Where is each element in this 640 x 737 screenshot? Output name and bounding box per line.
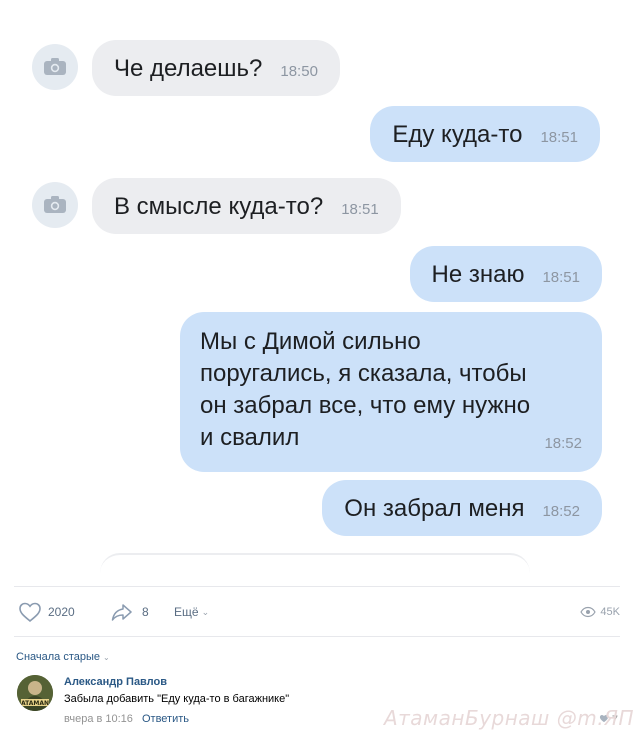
views-counter: 45K bbox=[580, 598, 620, 626]
comment-date[interactable]: вчера в 10:16 bbox=[64, 713, 133, 725]
message-text: Он забрал меня bbox=[344, 495, 525, 522]
message-text: Еду куда-то bbox=[392, 121, 523, 148]
svg-text:ATAMAN: ATAMAN bbox=[21, 700, 49, 707]
message-bubble: Еду куда-то 18:51 bbox=[370, 106, 600, 162]
like-count: 2020 bbox=[48, 605, 75, 619]
message-bubble: Че делаешь? 18:50 bbox=[92, 40, 340, 96]
message-time: 18:52 bbox=[544, 435, 582, 452]
cropped-bubble-edge bbox=[100, 553, 530, 590]
message-text: Не знаю bbox=[431, 261, 525, 288]
message-time: 18:51 bbox=[542, 269, 580, 286]
message-bubble: В смысле куда-то? 18:51 bbox=[92, 178, 401, 234]
message-text: В смысле куда-то? bbox=[114, 193, 324, 220]
more-button[interactable]: Ещё ⌄ bbox=[174, 598, 209, 626]
reply-button[interactable]: Ответить bbox=[142, 713, 189, 725]
eye-icon bbox=[580, 606, 597, 618]
message-time: 18:50 bbox=[280, 63, 318, 80]
message-time: 18:51 bbox=[341, 201, 379, 218]
comments-sort-label: Сначала старые bbox=[16, 651, 101, 663]
share-icon bbox=[110, 602, 134, 622]
more-label: Ещё bbox=[174, 605, 199, 619]
camera-icon bbox=[32, 44, 78, 90]
views-count: 45K bbox=[600, 606, 620, 618]
chat-screenshot: Че делаешь? 18:50 Еду куда-то 18:51 В смыс… bbox=[0, 0, 640, 590]
chevron-down-icon: ⌄ bbox=[201, 606, 210, 617]
message-time: 18:52 bbox=[542, 503, 580, 520]
comment-meta: вчера в 10:16 Ответить bbox=[64, 713, 189, 725]
avatar[interactable]: ATAMAN bbox=[17, 675, 53, 711]
comment-text: Забыла добавить "Еду куда-то в багажнике… bbox=[64, 693, 290, 705]
share-count: 8 bbox=[142, 605, 149, 619]
divider bbox=[14, 636, 620, 637]
message-text: Че делаешь? bbox=[114, 55, 263, 82]
comments-sort-dropdown[interactable]: Сначала старые ⌄ bbox=[16, 651, 110, 663]
camera-icon bbox=[32, 182, 78, 228]
watermark: АтаманБурнаш @m.ЯП bbox=[383, 706, 634, 730]
message-time: 18:51 bbox=[540, 129, 578, 146]
share-button[interactable]: 8 bbox=[110, 598, 149, 626]
post-actions: 2020 8 Ещё ⌄ 45K bbox=[18, 598, 620, 626]
message-bubble: Не знаю 18:51 bbox=[409, 246, 602, 302]
comment-author[interactable]: Александр Павлов bbox=[64, 676, 167, 688]
message-bubble: Мы с Димой сильно поругались, я сказала,… bbox=[180, 312, 602, 472]
message-bubble: Он забрал меня 18:52 bbox=[322, 480, 602, 536]
divider bbox=[14, 586, 620, 587]
heart-icon bbox=[18, 601, 42, 623]
chevron-down-icon: ⌄ bbox=[103, 652, 110, 662]
message-text: Мы с Димой сильно поругались, я сказала,… bbox=[200, 328, 531, 451]
like-button[interactable]: 2020 bbox=[18, 598, 75, 626]
